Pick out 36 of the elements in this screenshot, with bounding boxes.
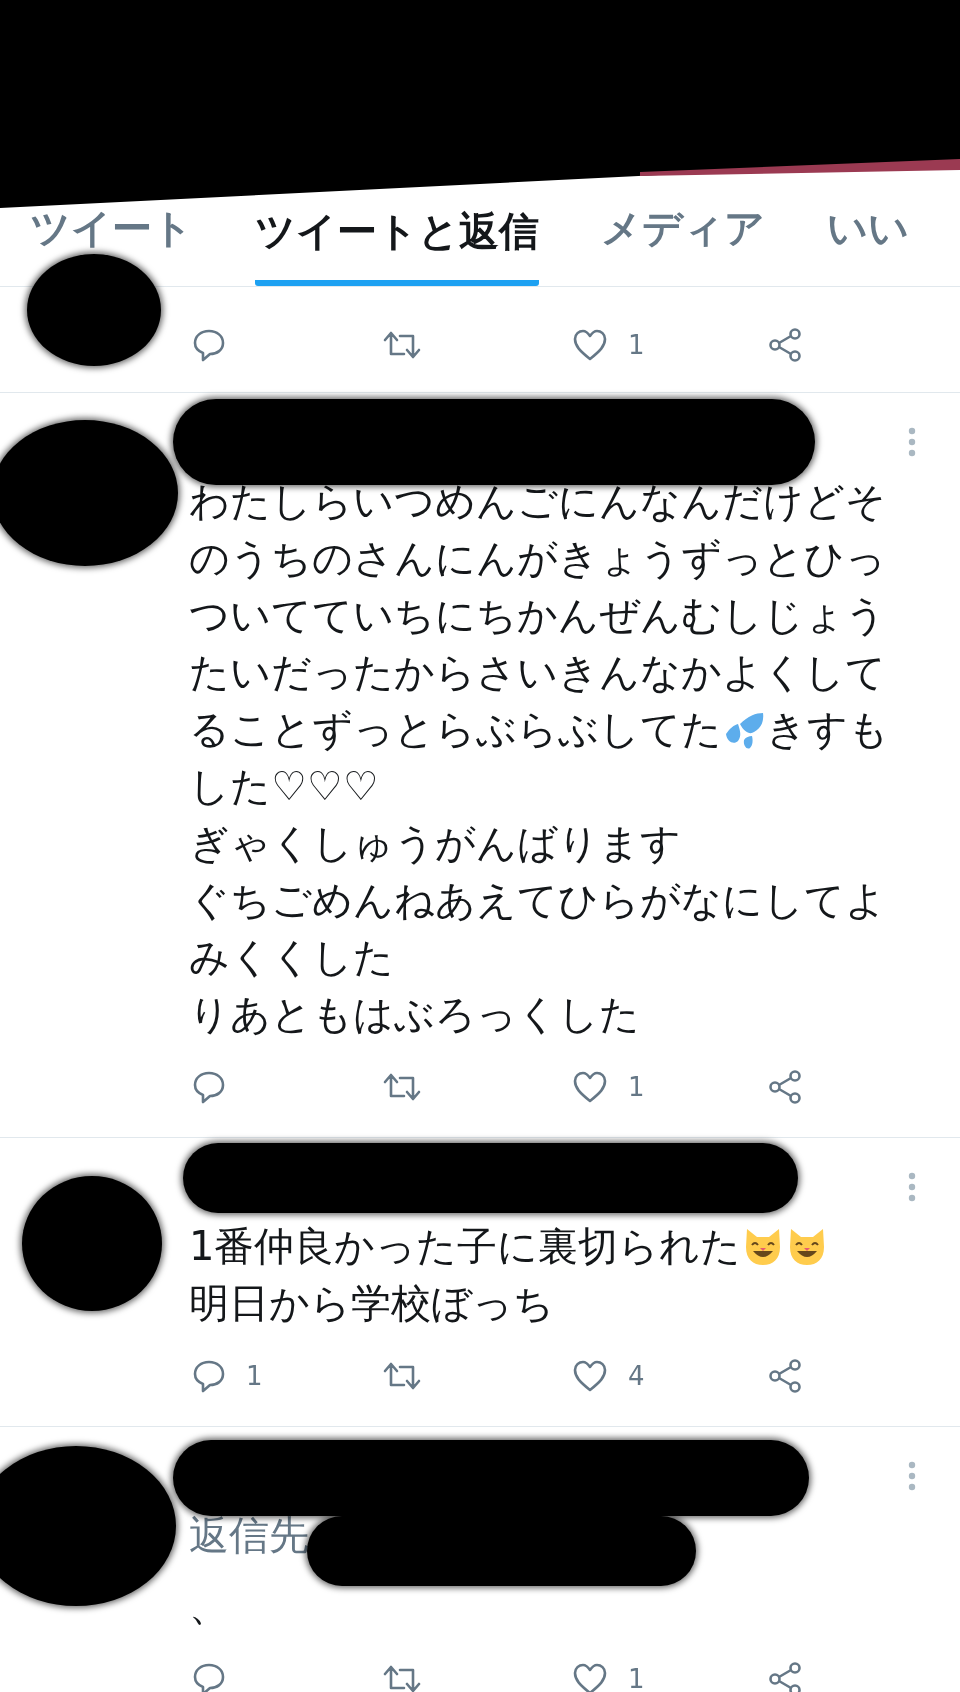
tweet-text: りあともはぶろっくした bbox=[189, 990, 640, 1039]
like-icon[interactable] bbox=[572, 1359, 608, 1393]
like-icon[interactable] bbox=[572, 1662, 608, 1692]
tweet-text: みくくした bbox=[189, 933, 394, 982]
tweet-text: ぎゃくしゅうがんばります bbox=[189, 819, 681, 868]
tweet-text: わたしらいつめんごにんなんだけどそ bbox=[189, 477, 886, 526]
tweet-text: たいだったからさいきんなかよくして bbox=[189, 648, 886, 697]
share-icon[interactable] bbox=[767, 327, 803, 363]
like-icon[interactable] bbox=[572, 328, 608, 362]
like-count: 1 bbox=[628, 1664, 645, 1692]
tweet-text: ついてていちにちかんぜんむしじょう bbox=[189, 591, 886, 640]
share-icon[interactable] bbox=[767, 1069, 803, 1105]
like-icon[interactable] bbox=[572, 1070, 608, 1104]
tab[interactable]: ツイート bbox=[30, 206, 193, 250]
tweet-text: 明日から学校ぼっち bbox=[189, 1279, 554, 1328]
tab[interactable]: ツイートと返信 bbox=[255, 206, 539, 286]
reply-count: 1 bbox=[246, 1361, 263, 1391]
like-count: 1 bbox=[628, 330, 645, 360]
reply-icon[interactable] bbox=[192, 1662, 226, 1692]
tab[interactable]: メディア bbox=[601, 206, 765, 250]
like-count: 1 bbox=[628, 1072, 645, 1102]
tab[interactable]: いい bbox=[827, 206, 909, 250]
reply-icon[interactable] bbox=[192, 328, 226, 362]
reply-to-label: 返信先 bbox=[189, 1511, 309, 1560]
reply-icon[interactable] bbox=[192, 1070, 226, 1104]
tweet-text: 1番仲良かった子に裏切られた bbox=[189, 1222, 742, 1271]
tweet-text: のうちのさんにんがきょうずっとひっ bbox=[189, 534, 886, 583]
reply-icon[interactable] bbox=[192, 1359, 226, 1393]
tweet-text: した♡♡♡ bbox=[189, 762, 379, 811]
tweet-text: きすも bbox=[766, 705, 889, 754]
tweet-text: ぐちごめんねあえてひらがなにしてよ bbox=[189, 876, 886, 925]
like-count: 4 bbox=[628, 1361, 645, 1391]
share-icon[interactable] bbox=[767, 1358, 803, 1394]
tweet-text: ることずっとらぶらぶしてた bbox=[189, 705, 722, 754]
share-icon[interactable] bbox=[767, 1661, 803, 1692]
tweet-text: 、 bbox=[189, 1582, 229, 1631]
